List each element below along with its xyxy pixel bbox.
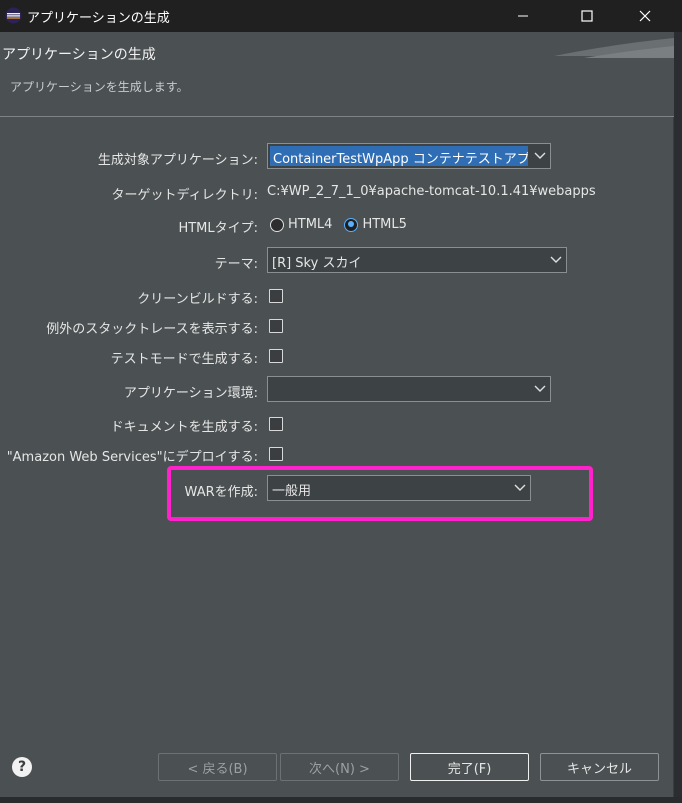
clean-build-checkbox[interactable] bbox=[269, 289, 283, 303]
html-type-group: HTML4 HTML5 bbox=[270, 217, 407, 232]
maximize-button[interactable] bbox=[564, 0, 610, 32]
target-app-label: 生成対象アプリケーション: bbox=[97, 153, 258, 168]
stack-trace-checkbox[interactable] bbox=[269, 319, 283, 333]
test-mode-checkbox[interactable] bbox=[269, 349, 283, 363]
target-dir-label: ターゲットディレクトリ: bbox=[111, 188, 258, 203]
generate-app-dialog: アプリケーションの生成 アプリケーションを生成します。 生成対象アプリケーション… bbox=[0, 32, 674, 797]
background-window-edge bbox=[674, 32, 682, 797]
chevron-down-icon bbox=[534, 152, 546, 159]
html4-label: HTML4 bbox=[288, 217, 333, 232]
maximize-icon bbox=[581, 10, 593, 22]
dialog-header: アプリケーションの生成 アプリケーションを生成します。 bbox=[0, 32, 674, 116]
war-highlight-box bbox=[167, 466, 593, 521]
eclipse-icon bbox=[5, 7, 22, 24]
target-app-value: ContainerTestWpApp コンテナテストアプリ bbox=[270, 146, 528, 166]
theme-label: テーマ: bbox=[214, 257, 258, 272]
app-env-select[interactable] bbox=[267, 376, 551, 402]
chevron-down-icon bbox=[550, 256, 562, 263]
gen-docs-checkbox[interactable] bbox=[269, 417, 283, 431]
window-title: アプリケーションの生成 bbox=[27, 11, 170, 26]
html5-radio[interactable] bbox=[344, 217, 359, 232]
html5-label: HTML5 bbox=[362, 217, 407, 232]
app-env-label: アプリケーション環境: bbox=[123, 386, 258, 401]
clean-build-label: クリーンビルドする: bbox=[137, 292, 258, 307]
close-icon bbox=[639, 10, 651, 22]
dialog-title: アプリケーションの生成 bbox=[2, 47, 156, 63]
theme-value: [R] Sky スカイ bbox=[272, 256, 362, 271]
help-icon[interactable]: ? bbox=[12, 757, 32, 777]
gen-docs-label: ドキュメントを生成する: bbox=[110, 420, 258, 435]
stack-trace-label: 例外のスタックトレースを表示する: bbox=[46, 322, 258, 337]
banner-decoration bbox=[554, 38, 674, 58]
title-bar: アプリケーションの生成 bbox=[0, 0, 682, 32]
html-type-label: HTMLタイプ: bbox=[178, 221, 258, 236]
target-app-select[interactable]: ContainerTestWpApp コンテナテストアプリ bbox=[267, 143, 551, 169]
app-env-value bbox=[268, 377, 530, 401]
deploy-aws-checkbox[interactable] bbox=[269, 447, 283, 461]
taskbar-strip bbox=[0, 797, 682, 803]
minimize-icon bbox=[518, 15, 528, 17]
test-mode-label: テストモードで生成する: bbox=[110, 352, 258, 367]
header-separator bbox=[0, 116, 674, 117]
deploy-aws-label: "Amazon Web Services"にデプロイする: bbox=[6, 450, 258, 465]
cancel-button[interactable]: キャンセル bbox=[540, 753, 659, 781]
target-dir-value: C:¥WP_2_7_1_0¥apache-tomcat-10.1.41¥weba… bbox=[267, 184, 596, 199]
dialog-description: アプリケーションを生成します。 bbox=[10, 80, 189, 94]
finish-button[interactable]: 完了(F) bbox=[410, 753, 529, 781]
html4-radio[interactable] bbox=[270, 217, 284, 232]
next-button[interactable]: 次へ(N) > bbox=[280, 753, 399, 781]
back-button[interactable]: < 戻る(B) bbox=[158, 753, 277, 781]
chevron-down-icon bbox=[534, 385, 546, 392]
theme-select[interactable]: [R] Sky スカイ bbox=[267, 247, 567, 273]
minimize-button[interactable] bbox=[500, 0, 546, 32]
close-button[interactable] bbox=[622, 0, 668, 32]
